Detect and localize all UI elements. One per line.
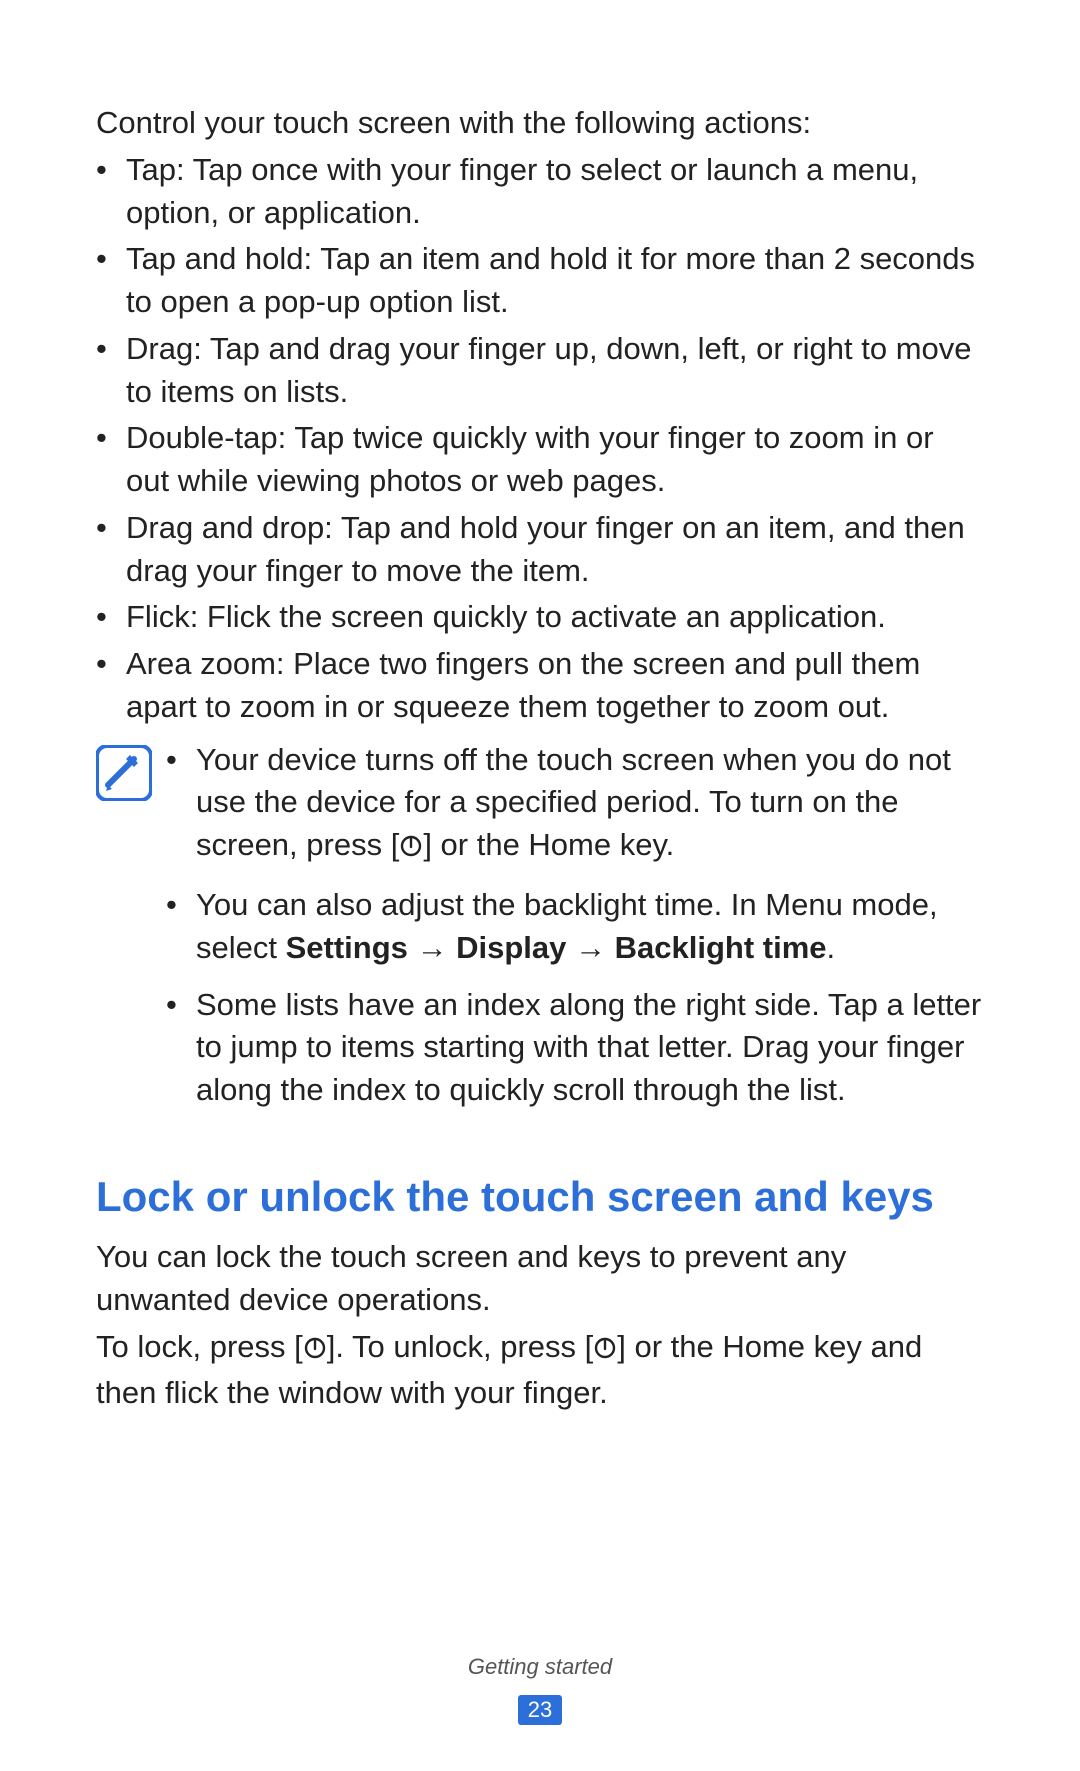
footer-section-label: Getting started — [0, 1652, 1080, 1682]
page-footer: Getting started 23 — [0, 1652, 1080, 1729]
note-text: . — [827, 930, 836, 965]
list-item: Your device turns off the touch screen w… — [196, 739, 984, 870]
power-icon — [593, 1329, 617, 1372]
list-item: Tap: Tap once with your finger to select… — [126, 149, 984, 235]
note-text: ] or the Home key. — [423, 827, 674, 862]
list-item: Double-tap: Tap twice quickly with your … — [126, 417, 984, 503]
page-number: 23 — [518, 1695, 562, 1725]
list-item: You can also adjust the backlight time. … — [196, 884, 984, 970]
note-block: Your device turns off the touch screen w… — [96, 739, 984, 1126]
lock-paragraph-2: To lock, press []. To unlock, press [] o… — [96, 1326, 984, 1415]
note-list: Your device turns off the touch screen w… — [166, 739, 984, 1126]
lock-paragraph-1: You can lock the touch screen and keys t… — [96, 1236, 984, 1322]
lock-text: ]. To unlock, press [ — [327, 1329, 594, 1364]
actions-list: Tap: Tap once with your finger to select… — [96, 149, 984, 729]
list-item: Drag and drop: Tap and hold your finger … — [126, 507, 984, 593]
list-item: Tap and hold: Tap an item and hold it fo… — [126, 238, 984, 324]
intro-text: Control your touch screen with the follo… — [96, 102, 984, 145]
list-item: Area zoom: Place two fingers on the scre… — [126, 643, 984, 729]
list-item: Flick: Flick the screen quickly to activ… — [126, 596, 984, 639]
section-heading: Lock or unlock the touch screen and keys — [96, 1172, 984, 1222]
note-icon — [96, 745, 152, 801]
power-icon — [303, 1329, 327, 1372]
lock-text: To lock, press [ — [96, 1329, 303, 1364]
list-item: Drag: Tap and drag your finger up, down,… — [126, 328, 984, 414]
power-icon — [399, 827, 423, 870]
list-item: Some lists have an index along the right… — [196, 984, 984, 1112]
menu-path: Settings → Display → Backlight time — [286, 930, 827, 965]
